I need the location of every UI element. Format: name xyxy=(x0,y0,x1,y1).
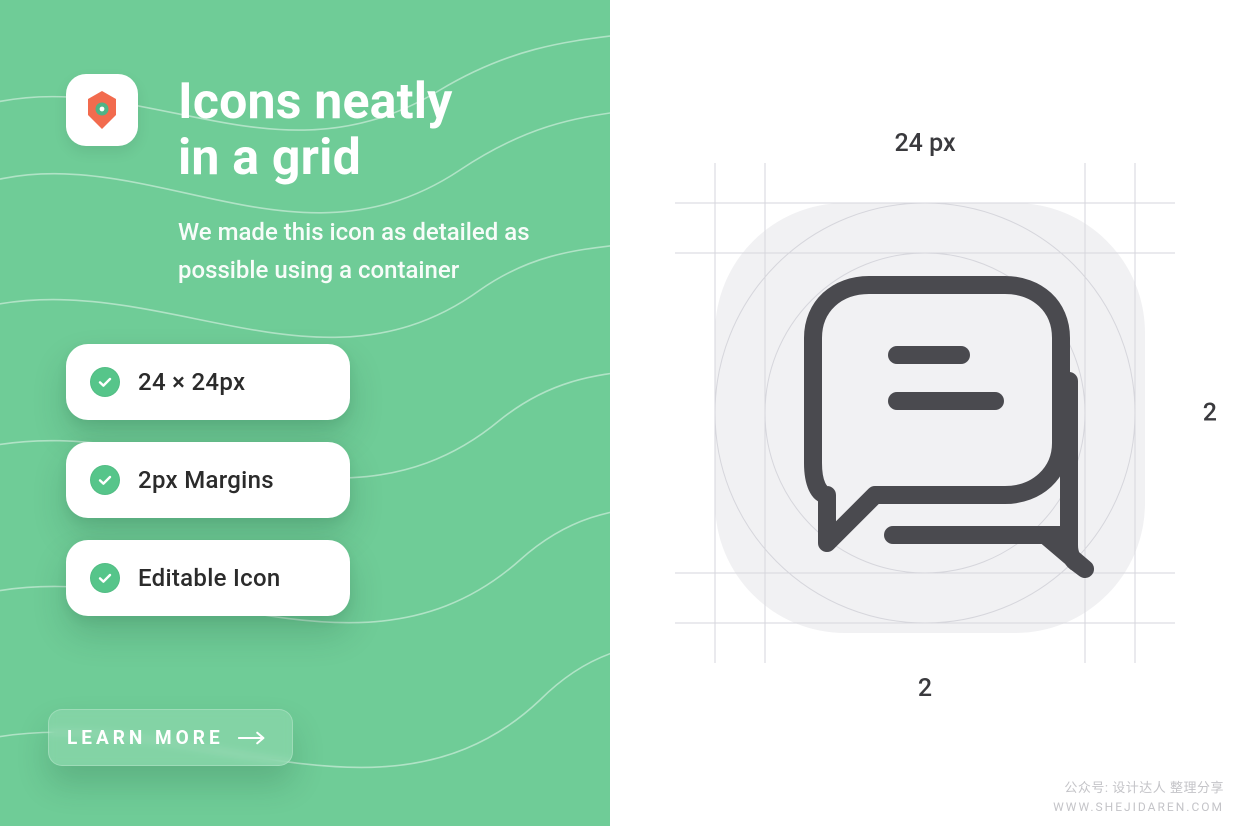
feature-label: 2px Margins xyxy=(138,466,274,494)
watermark-line-2: WWW.SHEJIDAREN.COM xyxy=(1053,799,1224,816)
dimension-top-label: 24 px xyxy=(894,129,955,158)
app-logo-tile xyxy=(66,74,138,146)
hero-row: Icons neatly in a grid We made this icon… xyxy=(66,74,562,290)
watermark-line-1: 公众号: 设计达人 整理分享 xyxy=(1053,780,1224,799)
subheadline: We made this icon as detailed as possibl… xyxy=(178,214,562,290)
grid-diagram-panel: 24 px 2 2 xyxy=(610,0,1240,826)
hexagon-bolt-icon xyxy=(81,89,123,131)
feature-item: 2px Margins xyxy=(66,442,350,518)
watermark: 公众号: 设计达人 整理分享 WWW.SHEJIDAREN.COM xyxy=(1053,780,1224,816)
feature-label: 24 × 24px xyxy=(138,368,245,396)
feature-list: 24 × 24px 2px Margins Editable Icon xyxy=(66,344,562,616)
arrow-right-icon xyxy=(238,731,266,745)
hero-text: Icons neatly in a grid We made this icon… xyxy=(178,74,562,290)
headline-line-2: in a grid xyxy=(178,129,361,187)
feature-item: Editable Icon xyxy=(66,540,350,616)
dimension-bottom-label: 2 xyxy=(918,674,932,703)
grid-stage: 24 px 2 2 xyxy=(675,163,1175,663)
feature-label: Editable Icon xyxy=(138,564,281,592)
headline-line-1: Icons neatly xyxy=(178,73,453,131)
learn-more-button[interactable]: LEARN MORE xyxy=(48,709,293,766)
chat-bubbles-icon xyxy=(675,163,1175,663)
headline: Icons neatly in a grid xyxy=(178,74,562,186)
check-icon xyxy=(90,465,120,495)
promo-panel: Icons neatly in a grid We made this icon… xyxy=(0,0,610,826)
page-root: Icons neatly in a grid We made this icon… xyxy=(0,0,1240,826)
check-icon xyxy=(90,563,120,593)
feature-item: 24 × 24px xyxy=(66,344,350,420)
dimension-right-label: 2 xyxy=(1203,399,1217,428)
learn-more-label: LEARN MORE xyxy=(67,726,224,749)
check-icon xyxy=(90,367,120,397)
